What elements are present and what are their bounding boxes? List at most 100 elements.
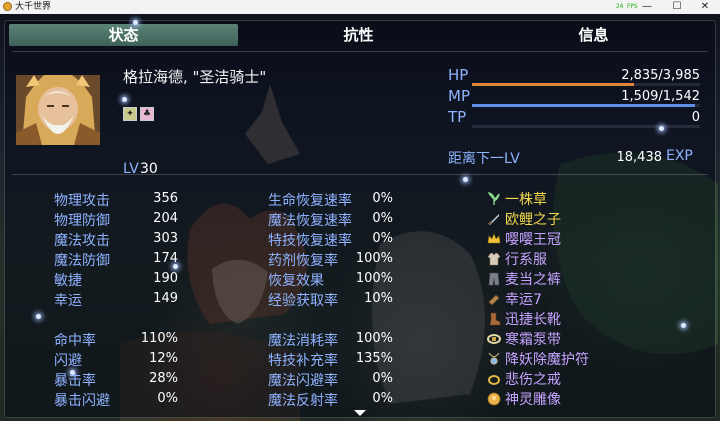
- status-scene: 状态 抗性 信息 格拉海德, "圣洁骑士" ✦ ♣ LV 30 HP 2,835…: [0, 14, 720, 421]
- stat-value: 149: [153, 291, 178, 306]
- game-window: 大千世界 24 FPS — ☐ ✕ 状态 抗性 信息 格拉海德, "圣洁骑士" …: [0, 0, 720, 421]
- status-tabs: 状态 抗性 信息: [9, 24, 709, 46]
- herb-icon: [487, 192, 500, 205]
- stat-value: 0%: [157, 391, 178, 406]
- stat-label: 魔法攻击: [54, 233, 110, 249]
- crown-icon: [487, 233, 501, 244]
- boots-icon: [489, 312, 501, 326]
- mp-label: MP: [448, 87, 470, 105]
- window-title: 大千世界: [15, 2, 52, 12]
- belt-icon: [487, 334, 501, 344]
- sparkle-effect: [681, 323, 686, 328]
- equip-name[interactable]: 嘤嘤王冠: [505, 229, 561, 249]
- tab-info[interactable]: 信息: [479, 24, 708, 46]
- stat-label: 特技补充率: [268, 353, 338, 369]
- maximize-button[interactable]: ☐: [662, 0, 692, 14]
- stat-label: 物理攻击: [54, 193, 110, 209]
- hp-label: HP: [448, 66, 469, 84]
- tp-value: 0: [691, 110, 700, 125]
- stat-value: 100%: [355, 331, 393, 346]
- app-icon: [3, 2, 12, 11]
- equip-name[interactable]: 降妖除魔护符: [505, 349, 589, 369]
- mp-gauge: [472, 104, 700, 107]
- equip-name[interactable]: 一株草: [505, 189, 547, 209]
- sparkle-effect: [659, 126, 664, 131]
- hp-gauge: [472, 83, 700, 86]
- scroll-down-arrow-icon[interactable]: [354, 410, 366, 416]
- stat-label: 经验获取率: [268, 293, 338, 309]
- character-name: 格拉海德, "圣洁骑士": [123, 68, 267, 86]
- equip-name[interactable]: 幸运7: [505, 289, 542, 309]
- stat-label: 恢复效果: [268, 273, 324, 289]
- equip-name[interactable]: 麦当之裤: [505, 269, 561, 289]
- armor-icon: [487, 252, 501, 266]
- equip-name[interactable]: 悲伤之戒: [505, 369, 561, 389]
- stat-label: 魔法恢复速率: [268, 213, 352, 229]
- stat-value: 100%: [355, 251, 393, 266]
- exp-label: 距离下一LV: [448, 151, 520, 167]
- tp-gauge: [472, 125, 700, 128]
- middle-divider: [12, 174, 708, 175]
- exp-value: 18,438: [616, 150, 663, 165]
- stat-label: 魔法消耗率: [268, 333, 338, 349]
- stat-value: 0%: [372, 391, 393, 406]
- mp-value: 1,509/1,542: [621, 89, 700, 104]
- stat-label: 暴击闪避: [54, 393, 110, 409]
- bracer-icon: [488, 294, 500, 306]
- equip-name[interactable]: 迅捷长靴: [505, 309, 561, 329]
- tab-status[interactable]: 状态: [9, 24, 238, 46]
- stat-value: 10%: [364, 291, 393, 306]
- sparkle-effect: [133, 20, 138, 25]
- stat-label: 生命恢复速率: [268, 193, 352, 209]
- stat-value: 110%: [140, 331, 178, 346]
- stat-label: 幸运: [54, 293, 82, 309]
- sparkle-effect: [70, 370, 75, 375]
- top-divider: [12, 51, 708, 52]
- hp-gauge-fill: [472, 83, 635, 86]
- stat-label: 魔法防御: [54, 253, 110, 269]
- tp-label: TP: [448, 108, 467, 126]
- stat-label: 魔法闪避率: [268, 373, 338, 389]
- sparkle-effect: [122, 97, 127, 102]
- stat-value: 174: [153, 251, 178, 266]
- stat-value: 356: [153, 191, 178, 206]
- window-titlebar: 大千世界 24 FPS — ☐ ✕: [0, 0, 720, 14]
- mp-gauge-fill: [472, 104, 696, 107]
- stat-label: 闪避: [54, 353, 82, 369]
- stat-label: 暴击率: [54, 373, 96, 389]
- sparkle-effect: [173, 264, 178, 269]
- amulet-icon: [488, 352, 500, 365]
- stat-label: 魔法反射率: [268, 393, 338, 409]
- minimize-button[interactable]: —: [632, 0, 662, 14]
- hp-value: 2,835/3,985: [621, 68, 700, 83]
- equip-name[interactable]: 神灵雕像: [505, 389, 561, 409]
- equip-name[interactable]: 寒霜泵带: [505, 329, 561, 349]
- exp-unit: EXP: [666, 148, 693, 164]
- stat-value: 12%: [149, 351, 178, 366]
- stat-value: 0%: [372, 211, 393, 226]
- ring-icon: [488, 375, 500, 385]
- stat-label: 物理防御: [54, 213, 110, 229]
- sparkle-effect: [36, 314, 41, 319]
- stat-value: 0%: [372, 231, 393, 246]
- close-button[interactable]: ✕: [690, 0, 720, 14]
- equip-name[interactable]: 欧鲤之子: [505, 209, 561, 229]
- stat-value: 28%: [149, 371, 178, 386]
- stat-value: 303: [153, 231, 178, 246]
- stat-label: 药剂恢复率: [268, 253, 338, 269]
- stat-label: 命中率: [54, 333, 96, 349]
- pants-icon: [488, 272, 500, 286]
- stat-value: 190: [153, 271, 178, 286]
- stat-value: 135%: [355, 351, 393, 366]
- stat-value: 0%: [372, 371, 393, 386]
- shield-state-icon: ✦: [123, 107, 137, 121]
- tab-resistance[interactable]: 抗性: [244, 24, 473, 46]
- statue-icon: [487, 392, 501, 406]
- stat-label: 敏捷: [54, 273, 82, 289]
- sparkle-effect: [463, 177, 468, 182]
- equip-name[interactable]: 行系服: [505, 249, 547, 269]
- stat-value: 100%: [355, 271, 393, 286]
- dagger-icon: [487, 214, 499, 226]
- pink-buff-icon: ♣: [140, 107, 154, 121]
- character-portrait: [16, 75, 100, 145]
